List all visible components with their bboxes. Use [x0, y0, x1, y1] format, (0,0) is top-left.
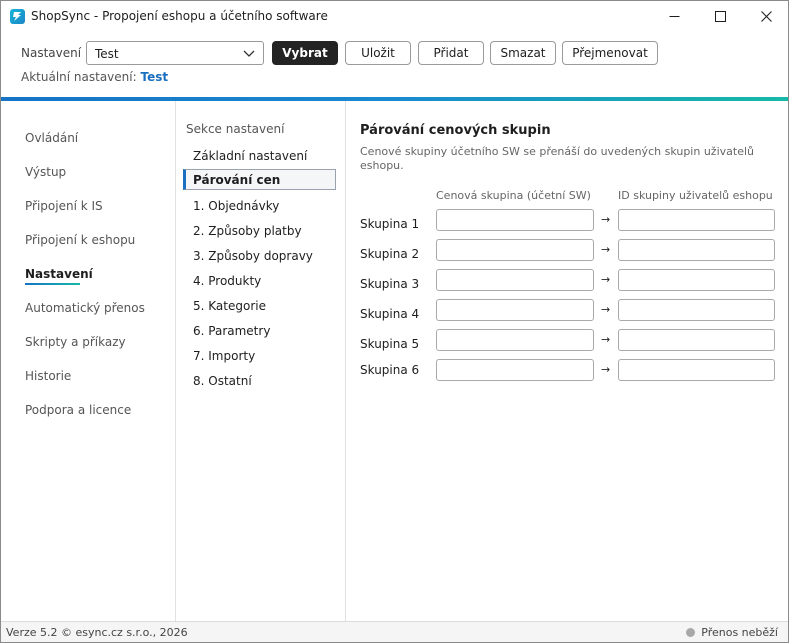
group-row-label: Skupina 3: [360, 277, 420, 291]
sidebar-item-vystup[interactable]: Výstup: [25, 165, 66, 179]
sidebar-item-podpora[interactable]: Podpora a licence: [25, 403, 131, 417]
group-row-label: Skupina 4: [360, 307, 420, 321]
sidebar-item-ovladani[interactable]: Ovládání: [25, 131, 78, 145]
status-dot-icon: [686, 628, 696, 637]
add-button[interactable]: Přidat: [418, 41, 484, 65]
section-item[interactable]: 4. Produkty: [193, 274, 261, 288]
chevron-down-icon: [243, 50, 255, 57]
minimize-button[interactable]: [651, 1, 697, 32]
settings-toolbar: Nastavení Test Vybrat Uložit Přidat Smaz…: [1, 32, 788, 97]
section-item[interactable]: 5. Kategorie: [193, 299, 266, 313]
sidebar-item-pripojeni-eshop[interactable]: Připojení k eshopu: [25, 233, 135, 247]
eshop-group-id-input[interactable]: [618, 359, 775, 381]
arrow-right-icon: →: [601, 333, 611, 346]
price-group-input[interactable]: [436, 209, 594, 231]
group-row-label: Skupina 6: [360, 363, 420, 377]
section-item[interactable]: 7. Importy: [193, 349, 255, 363]
sidebar-nav: Ovládání Výstup Připojení k IS Připojení…: [1, 101, 176, 621]
app-logo-icon: [10, 9, 25, 24]
arrow-right-icon: →: [601, 213, 611, 226]
column-header-eshop-group-id: ID skupiny uživatelů eshopu: [618, 189, 773, 202]
main-panel: Párování cenových skupin Cenové skupiny …: [346, 101, 788, 621]
rename-button[interactable]: Přejmenovat: [562, 41, 658, 65]
eshop-group-id-input[interactable]: [618, 239, 775, 261]
settings-sections: Sekce nastavení Základní nastavení Párov…: [176, 101, 346, 621]
sections-heading: Sekce nastavení: [186, 122, 285, 136]
eshop-group-id-input[interactable]: [618, 329, 775, 351]
select-button[interactable]: Vybrat: [272, 41, 338, 65]
maximize-icon: [714, 11, 726, 22]
section-item[interactable]: 2. Způsoby platby: [193, 224, 302, 238]
version-info: Verze 5.2 © esync.cz s.r.o., 2026: [6, 626, 188, 639]
settings-select-value: Test: [95, 47, 119, 61]
eshop-group-id-input[interactable]: [618, 209, 775, 231]
sidebar-item-automaticky-prenos[interactable]: Automatický přenos: [25, 301, 145, 315]
column-header-price-group: Cenová skupina (účetní SW): [436, 189, 591, 202]
group-row-label: Skupina 5: [360, 337, 420, 351]
sidebar-item-nastaveni[interactable]: Nastavení: [25, 267, 93, 281]
arrow-right-icon: →: [601, 363, 611, 376]
section-item[interactable]: 3. Způsoby dopravy: [193, 249, 313, 263]
section-item[interactable]: 6. Parametry: [193, 324, 270, 338]
eshop-group-id-input[interactable]: [618, 269, 775, 291]
current-setting: Aktuální nastavení: Test: [21, 70, 168, 84]
active-nav-indicator: [25, 283, 80, 285]
status-bar: Verze 5.2 © esync.cz s.r.o., 2026 Přenos…: [1, 621, 788, 642]
current-setting-label: Aktuální nastavení:: [21, 70, 137, 84]
group-row-label: Skupina 2: [360, 247, 420, 261]
sidebar-item-pripojeni-is[interactable]: Připojení k IS: [25, 199, 103, 213]
price-group-input[interactable]: [436, 239, 594, 261]
arrow-right-icon: →: [601, 303, 611, 316]
transfer-status: Přenos neběží: [686, 626, 778, 639]
eshop-group-id-input[interactable]: [618, 299, 775, 321]
section-item[interactable]: 8. Ostatní: [193, 374, 252, 388]
minimize-icon: [669, 16, 679, 17]
arrow-right-icon: →: [601, 243, 611, 256]
section-item[interactable]: 1. Objednávky: [193, 199, 279, 213]
transfer-status-text: Přenos neběží: [701, 626, 778, 639]
delete-button[interactable]: Smazat: [490, 41, 556, 65]
price-group-input[interactable]: [436, 359, 594, 381]
title-bar: ShopSync - Propojení eshopu a účetního s…: [1, 1, 788, 32]
price-group-input[interactable]: [436, 329, 594, 351]
page-title: Párování cenových skupin: [360, 123, 551, 138]
sidebar-item-historie[interactable]: Historie: [25, 369, 71, 383]
section-item-active[interactable]: Párování cen: [183, 169, 336, 190]
save-button[interactable]: Uložit: [345, 41, 411, 65]
group-row-label: Skupina 1: [360, 217, 420, 231]
close-button[interactable]: [743, 1, 788, 32]
window-title: ShopSync - Propojení eshopu a účetního s…: [31, 9, 328, 23]
settings-label: Nastavení: [21, 46, 82, 60]
sidebar-item-skripty[interactable]: Skripty a příkazy: [25, 335, 126, 349]
current-setting-value: Test: [140, 70, 169, 84]
maximize-button[interactable]: [697, 1, 743, 32]
price-group-input[interactable]: [436, 269, 594, 291]
section-item[interactable]: Základní nastavení: [193, 149, 307, 163]
arrow-right-icon: →: [601, 273, 611, 286]
settings-select[interactable]: Test: [86, 41, 264, 65]
page-description: Cenové skupiny účetního SW se přenáší do…: [360, 145, 754, 172]
app-window: ShopSync - Propojení eshopu a účetního s…: [0, 0, 789, 643]
price-group-input[interactable]: [436, 299, 594, 321]
close-icon: [760, 11, 772, 22]
